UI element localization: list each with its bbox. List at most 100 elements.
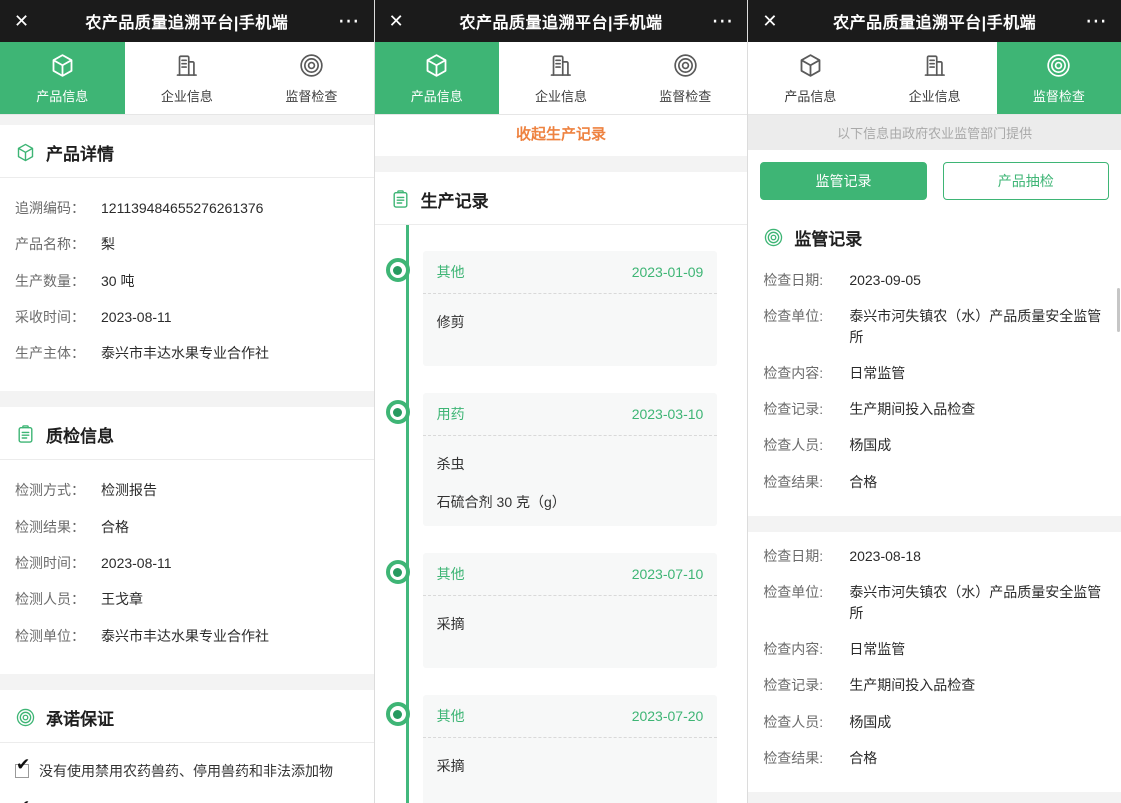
info-row: 产品名称： 梨 — [15, 226, 356, 262]
entry-line: 修剪 — [437, 300, 704, 332]
info-row: 检查记录: 生产期间投入品检查 — [763, 667, 1103, 703]
info-row: 检测单位： 泰兴市丰达水果专业合作社 — [15, 618, 356, 654]
row-label: 检查结果: — [763, 472, 849, 492]
tab-supervision[interactable]: 监督检查 — [249, 42, 374, 114]
target-icon — [298, 52, 325, 79]
row-value: 检测报告 — [101, 480, 356, 500]
row-label: 检查日期: — [763, 546, 849, 566]
section-title: 承诺保证 — [46, 705, 114, 730]
row-label: 检测方式： — [15, 480, 101, 500]
tab-supervision[interactable]: 监督检查 — [623, 42, 747, 114]
row-label: 检查记录: — [763, 399, 849, 419]
building-icon — [921, 52, 948, 79]
tab-supervision[interactable]: 监督检查 — [997, 42, 1121, 114]
close-icon[interactable]: ✕ — [14, 11, 54, 32]
tab-company-info[interactable]: 企业信息 — [499, 42, 623, 114]
entry-date: 2023-07-10 — [632, 566, 704, 582]
three-screen-composite: ✕ 农产品质量追溯平台|手机端 ⋯ 产品信息 企业信息 监督检查 产品详情 — [0, 0, 1121, 803]
timeline-entry-header: 其他 2023-07-20 — [423, 695, 718, 738]
more-icon[interactable]: ⋯ — [1067, 16, 1107, 26]
entry-line: 石硫合剂 30 克（g） — [437, 474, 704, 512]
row-label: 产品名称： — [15, 234, 101, 254]
app-header: ✕ 农产品质量追溯平台|手机端 ⋯ — [0, 0, 374, 42]
building-icon — [173, 52, 200, 79]
row-value: 杨国成 — [849, 712, 1103, 732]
tab-label: 产品信息 — [411, 86, 463, 105]
info-row: 检查单位: 泰兴市河失镇农（水）产品质量安全监管所 — [763, 574, 1103, 631]
tab-product-info[interactable]: 产品信息 — [748, 42, 872, 114]
close-icon[interactable]: ✕ — [389, 11, 429, 32]
row-value: 2023-08-11 — [101, 307, 356, 327]
timeline-entry-body: 采摘 — [423, 596, 718, 668]
target-icon — [15, 707, 36, 728]
entry-type: 其他 — [437, 706, 465, 726]
entry-type: 用药 — [437, 404, 465, 424]
info-row: 追溯编码： 121139484655276261376 — [15, 190, 356, 226]
clipboard-icon — [15, 424, 36, 445]
tab-label: 监督检查 — [659, 86, 711, 105]
target-icon — [763, 227, 784, 248]
row-label: 检查记录: — [763, 675, 849, 695]
scrollbar-thumb[interactable] — [1117, 288, 1120, 332]
close-icon[interactable]: ✕ — [762, 11, 802, 32]
entry-date: 2023-01-09 — [632, 264, 704, 280]
cube-icon — [423, 52, 450, 79]
collapse-row: 收起生产记录 — [375, 115, 748, 156]
row-value: 2023-08-11 — [101, 553, 356, 573]
more-icon[interactable]: ⋯ — [320, 16, 360, 26]
info-row: 生产主体： 泰兴市丰达水果专业合作社 — [15, 335, 356, 371]
entry-line: 采摘 — [437, 602, 704, 634]
target-icon — [672, 52, 699, 79]
tab-label: 企业信息 — [909, 86, 961, 105]
qc-info-body: 检测方式： 检测报告 检测结果： 合格 检测时间： 2023-08-11 检测人… — [0, 460, 374, 673]
row-label: 检测结果： — [15, 517, 101, 537]
tab-product-info[interactable]: 产品信息 — [375, 42, 499, 114]
row-value: 30 吨 — [101, 271, 356, 291]
timeline-entry-header: 其他 2023-07-10 — [423, 553, 718, 596]
info-row: 检查人员: 杨国成 — [763, 427, 1103, 463]
tab-company-info[interactable]: 企业信息 — [125, 42, 250, 114]
section-title: 监管记录 — [794, 225, 862, 250]
collapse-production-record-link[interactable]: 收起生产记录 — [516, 126, 606, 143]
tab-bar: 产品信息 企业信息 监督检查 — [748, 42, 1121, 115]
row-value: 2023-09-05 — [849, 270, 1103, 290]
tab-label: 产品信息 — [36, 86, 88, 105]
info-row: 采收时间： 2023-08-11 — [15, 299, 356, 335]
info-row: 检测人员： 王戈章 — [15, 581, 356, 617]
entry-date: 2023-03-10 — [632, 406, 704, 422]
timeline-entry: 其他 2023-07-20 采摘 — [423, 695, 718, 803]
product-details-header: 产品详情 — [0, 125, 374, 178]
row-label: 检查单位: — [763, 582, 849, 602]
clipboard-icon — [390, 189, 411, 210]
supervision-records-button[interactable]: 监管记录 — [760, 162, 926, 200]
timeline-entry-body: 修剪 — [423, 294, 718, 366]
row-value: 日常监管 — [849, 363, 1103, 383]
info-row: 检测结果： 合格 — [15, 509, 356, 545]
product-details-body: 追溯编码： 121139484655276261376 产品名称： 梨 生产数量… — [0, 178, 374, 391]
building-icon — [547, 52, 574, 79]
row-label: 检测单位： — [15, 626, 101, 646]
row-label: 追溯编码： — [15, 198, 101, 218]
more-icon[interactable]: ⋯ — [693, 16, 733, 26]
timeline-entry-header: 用药 2023-03-10 — [423, 393, 718, 436]
timeline-entry-header: 其他 2023-01-09 — [423, 251, 718, 294]
divider — [0, 115, 374, 125]
row-value: 合格 — [101, 517, 356, 537]
row-label: 检测时间： — [15, 553, 101, 573]
entry-line: 采摘 — [437, 744, 704, 776]
row-label: 生产主体： — [15, 343, 101, 363]
supervision-record: 检查日期: 2023-09-05 检查单位: 泰兴市河失镇农（水）产品质量安全监… — [748, 256, 1121, 516]
tab-product-info[interactable]: 产品信息 — [0, 42, 125, 114]
info-row: 检查记录: 生产期间投入品检查 — [763, 391, 1103, 427]
row-value: 杨国成 — [849, 435, 1103, 455]
divider — [375, 156, 748, 172]
info-row: 检查结果: 合格 — [763, 740, 1103, 776]
checkbox-checked-icon[interactable]: ✔ — [15, 764, 29, 778]
tab-company-info[interactable]: 企业信息 — [873, 42, 997, 114]
product-sampling-button[interactable]: 产品抽检 — [943, 162, 1109, 200]
cube-icon — [15, 142, 36, 163]
row-label: 检查内容: — [763, 363, 849, 383]
info-row: 检查日期: 2023-09-05 — [763, 262, 1103, 298]
page-title: 农产品质量追溯平台|手机端 — [429, 9, 694, 33]
timeline-dot-icon — [386, 258, 410, 282]
